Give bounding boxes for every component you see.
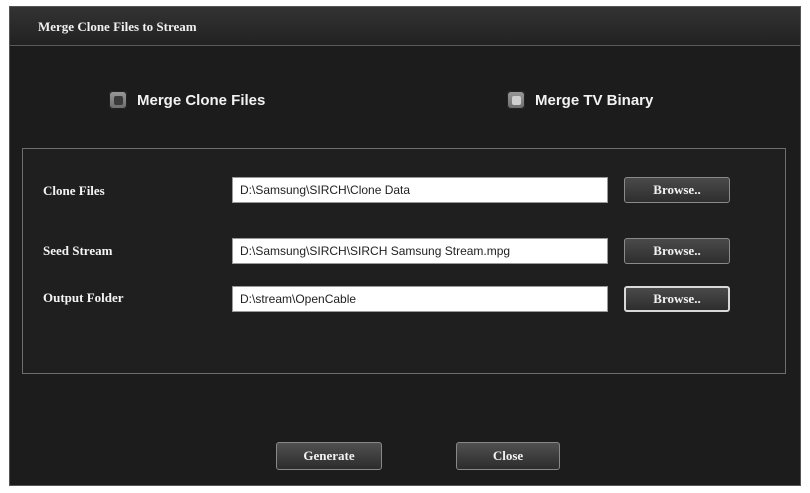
clone-files-input[interactable]: D:\Samsung\SIRCH\Clone Data [232, 177, 608, 203]
merge-clone-dialog: Merge Clone Files to Stream Merge Clone … [9, 6, 801, 486]
generate-button[interactable]: Generate [276, 442, 382, 470]
clone-files-browse-button[interactable]: Browse.. [624, 177, 730, 203]
seed-stream-input[interactable]: D:\Samsung\SIRCH\SIRCH Samsung Stream.mp… [232, 238, 608, 264]
radio-merge-clone-files[interactable]: Merge Clone Files [109, 89, 265, 111]
output-folder-label: Output Folder [43, 290, 124, 305]
clone-files-label: Clone Files [43, 183, 105, 198]
output-folder-input[interactable]: D:\stream\OpenCable [232, 286, 608, 312]
title-bar[interactable]: Merge Clone Files to Stream [10, 7, 800, 46]
radio-label-merge-clone-files: Merge Clone Files [137, 91, 266, 109]
output-folder-browse-button[interactable]: Browse.. [624, 286, 730, 312]
window-title: Merge Clone Files to Stream [38, 19, 197, 34]
radio-icon[interactable] [507, 91, 525, 109]
close-button[interactable]: Close [456, 442, 560, 470]
seed-stream-label: Seed Stream [43, 243, 113, 258]
radio-icon[interactable] [109, 91, 127, 109]
seed-stream-browse-button[interactable]: Browse.. [624, 238, 730, 264]
radio-merge-tv-binary[interactable]: Merge TV Binary [507, 89, 653, 111]
radio-label-merge-tv-binary: Merge TV Binary [535, 91, 654, 109]
